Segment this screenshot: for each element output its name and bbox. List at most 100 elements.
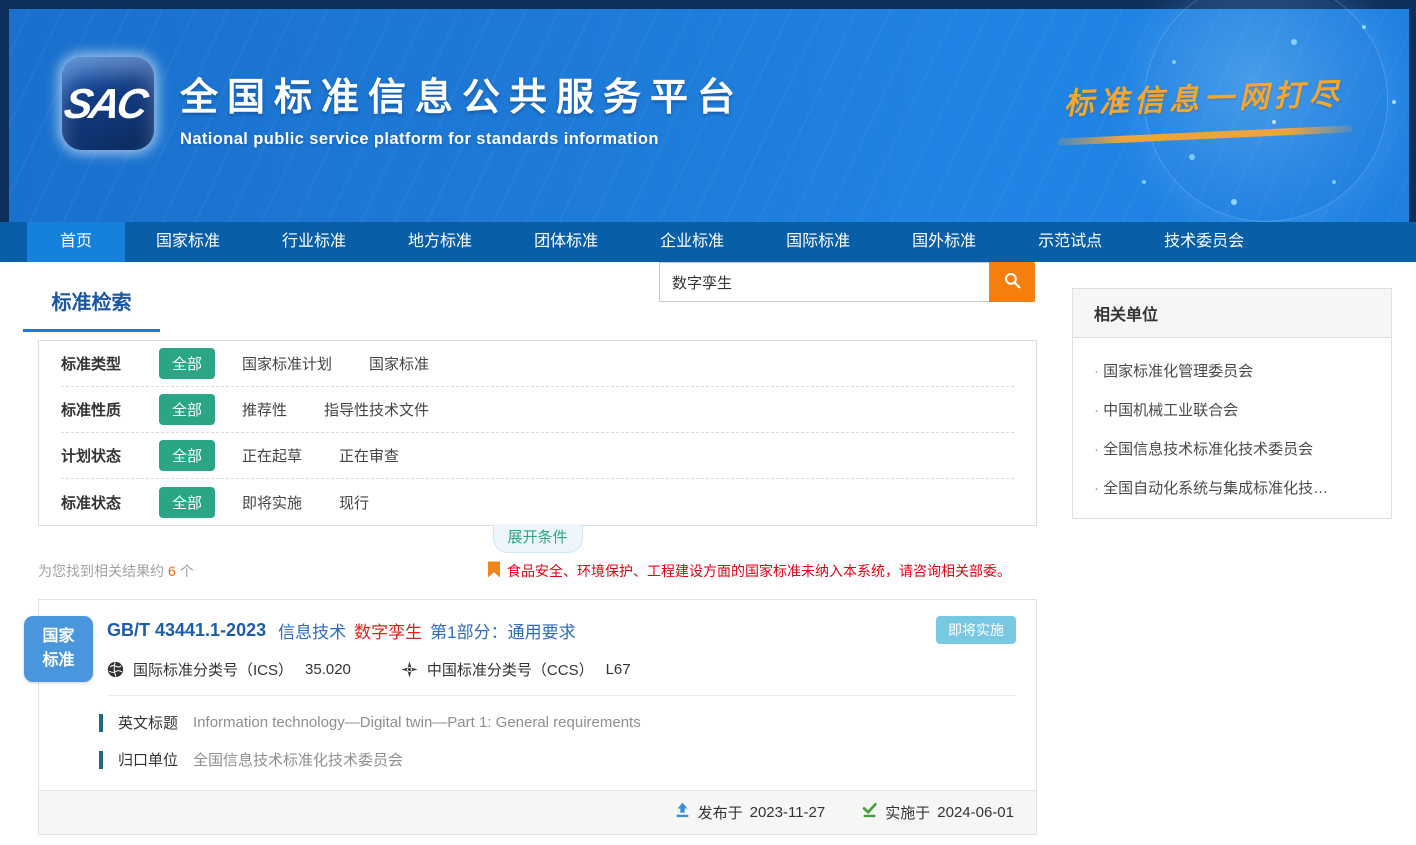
globe-icon (107, 661, 124, 678)
nav-item-industry-standards[interactable]: 行业标准 (251, 222, 377, 262)
nav-item-group-standards[interactable]: 团体标准 (503, 222, 629, 262)
nav-list: 首页国家标准行业标准地方标准团体标准企业标准国际标准国外标准示范试点技术委员会 (0, 222, 1416, 262)
tab-standard-search[interactable]: 标准检索 (23, 286, 160, 332)
main-nav: 首页国家标准行业标准地方标准团体标准企业标准国际标准国外标准示范试点技术委员会 (0, 222, 1416, 262)
filter-option[interactable]: 现行 (339, 492, 369, 513)
filter-row-1: 标准类型全部 国家标准计划 国家标准 (61, 341, 1014, 387)
field-value: Information technology—Digital twin—Part… (193, 714, 641, 731)
related-units-panel: 相关单位 国家标准化管理委员会中国机械工业联合会全国信息技术标准化技术委员会全国… (1072, 288, 1392, 519)
filter-all-button[interactable]: 全部 (159, 440, 215, 471)
card-fields: 英文标题 Information technology—Digital twin—… (39, 712, 1036, 770)
filter-all-button[interactable]: 全部 (159, 348, 215, 379)
banner-titles: 全国标准信息公共服务平台 National public service pla… (180, 66, 744, 149)
banner-slogan: 标准信息一网打尽 (1053, 69, 1355, 144)
system-notice: 食品安全、环境保护、工程建设方面的国家标准未纳入本系统，请咨询相关部委。 (488, 561, 1011, 581)
published-date-group: 发布于 2023-11-27 (674, 802, 826, 823)
card-field-row: 归口单位全国信息技术标准化技术委员会 (99, 749, 1016, 770)
system-notice-text: 食品安全、环境保护、工程建设方面的国家标准未纳入本系统，请咨询相关部委。 (507, 561, 1011, 581)
field-value: 全国信息技术标准化技术委员会 (193, 749, 403, 770)
publish-icon (674, 802, 691, 823)
standard-title-highlight[interactable]: 数字孪生 (354, 618, 422, 643)
search-button[interactable] (989, 262, 1035, 302)
bookmark-icon (488, 561, 500, 581)
implemented-date-group: 实施于 2024-06-01 (861, 802, 1014, 823)
related-unit-item-1[interactable]: 国家标准化管理委员会 (1073, 342, 1391, 381)
implement-icon (861, 802, 878, 823)
implemented-label: 实施于 (885, 802, 930, 823)
filter-row-4: 标准状态全部 即将实施 现行 (61, 479, 1014, 525)
nav-item-technical-committees[interactable]: 技术委员会 (1133, 222, 1275, 262)
search-icon (1003, 271, 1022, 293)
filter-label: 标准性质 (61, 399, 159, 420)
result-info-row: 为您找到相关结果约6个 食品安全、环境保护、工程建设方面的国家标准未纳入本系统，… (38, 561, 1037, 581)
filter-panel: 标准类型全部国家标准计划国家标准标准性质全部推荐性指导性技术文件计划状态全部正在… (38, 340, 1037, 526)
sac-logo[interactable]: SAC (62, 57, 154, 150)
ics-label: 国际标准分类号（ICS） (133, 659, 293, 680)
published-label: 发布于 (698, 802, 743, 823)
globe-dots-decoration (1172, 60, 1176, 64)
site-banner: SAC 全国标准信息公共服务平台 National public service… (0, 0, 1416, 222)
nav-item-national-standards[interactable]: 国家标准 (125, 222, 251, 262)
filter-option[interactable]: 正在起草 (242, 445, 302, 466)
ccs-label: 中国标准分类号（CCS） (427, 659, 594, 680)
nav-item-foreign-standards[interactable]: 国外标准 (881, 222, 1007, 262)
ccs-value: L67 (606, 661, 631, 678)
sac-logo-text: SAC (61, 80, 155, 128)
search-section: 标准检索 (38, 262, 1037, 328)
standard-title-part1[interactable]: 信息技术 (278, 618, 346, 643)
filter-option[interactable]: 即将实施 (242, 492, 302, 513)
field-label: 归口单位 (118, 749, 178, 770)
published-date: 2023-11-27 (750, 804, 826, 821)
search-input[interactable] (659, 262, 989, 302)
standard-type-badge: 国家 标准 (24, 616, 93, 682)
field-bar-decoration (99, 751, 103, 769)
field-bar-decoration (99, 714, 103, 732)
nav-item-local-standards[interactable]: 地方标准 (377, 222, 503, 262)
tab-standard-search-label: 标准检索 (52, 292, 132, 314)
ics-value: 35.020 (305, 661, 351, 678)
filter-label: 标准状态 (61, 492, 159, 513)
filter-label: 标准类型 (61, 353, 159, 374)
filter-option[interactable]: 正在审查 (339, 445, 399, 466)
related-units-title: 相关单位 (1073, 289, 1391, 338)
related-unit-item-3[interactable]: 全国信息技术标准化技术委员会 (1073, 420, 1391, 459)
compass-icon (401, 661, 418, 678)
implemented-date: 2024-06-01 (937, 804, 1014, 821)
filter-row-3: 计划状态全部 正在起草 正在审查 (61, 433, 1014, 479)
result-count: 为您找到相关结果约6个 (38, 561, 194, 581)
standard-code-link[interactable]: GB/T 43441.1-2023 (107, 620, 266, 641)
related-units-list: 国家标准化管理委员会中国机械工业联合会全国信息技术标准化技术委员会全国自动化系统… (1073, 338, 1391, 518)
main-content: 标准检索 标准类型全部国家标准计划国家标准标准性质全部推荐性指导性技术文 (0, 262, 1416, 845)
nav-item-enterprise-standards[interactable]: 企业标准 (629, 222, 755, 262)
nav-item-home[interactable]: 首页 (27, 222, 125, 262)
field-label: 英文标题 (118, 712, 178, 733)
page: SAC 全国标准信息公共服务平台 National public service… (0, 0, 1416, 845)
left-column: 标准检索 标准类型全部国家标准计划国家标准标准性质全部推荐性指导性技术文 (38, 262, 1037, 835)
result-count-number: 6 (168, 563, 176, 579)
result-card: 国家 标准 GB/T 43441.1-2023 信息技术 数字孪生 第1部分：通… (38, 599, 1037, 835)
expand-conditions-label: 展开条件 (507, 529, 567, 546)
related-unit-item-2[interactable]: 中国机械工业联合会 (1073, 381, 1391, 420)
expand-conditions-button[interactable]: 展开条件 (493, 524, 583, 553)
slogan-text: 标准信息一网打尽 (1053, 69, 1354, 123)
filter-all-button[interactable]: 全部 (159, 487, 215, 518)
related-unit-item-4[interactable]: 全国自动化系统与集成标准化技… (1073, 459, 1391, 498)
filter-label: 计划状态 (61, 445, 159, 466)
status-badge: 即将实施 (936, 616, 1016, 644)
search-group (659, 262, 1035, 302)
standard-title-row: GB/T 43441.1-2023 信息技术 数字孪生 第1部分：通用要求 即将… (39, 600, 1036, 644)
site-title: 全国标准信息公共服务平台 (180, 66, 744, 121)
filter-option[interactable]: 指导性技术文件 (324, 399, 429, 420)
card-footer: 发布于 2023-11-27 实施于 2024-06-01 (39, 790, 1036, 834)
filter-all-button[interactable]: 全部 (159, 394, 215, 425)
classification-row: 国际标准分类号（ICS） 35.020 中国标准分类号（CCS） L67 (39, 644, 1036, 680)
filter-option[interactable]: 推荐性 (242, 399, 287, 420)
filter-option[interactable]: 国家标准 (369, 353, 429, 374)
card-field-row: 英文标题 Information technology—Digital twin—… (99, 712, 1016, 733)
filter-option[interactable]: 国家标准计划 (242, 353, 332, 374)
nav-item-pilot-program[interactable]: 示范试点 (1007, 222, 1133, 262)
card-divider (107, 695, 1016, 696)
nav-item-international-standards[interactable]: 国际标准 (755, 222, 881, 262)
filter-row-2: 标准性质全部 推荐性 指导性技术文件 (61, 387, 1014, 433)
standard-title-part2[interactable]: 第1部分：通用要求 (430, 618, 575, 643)
